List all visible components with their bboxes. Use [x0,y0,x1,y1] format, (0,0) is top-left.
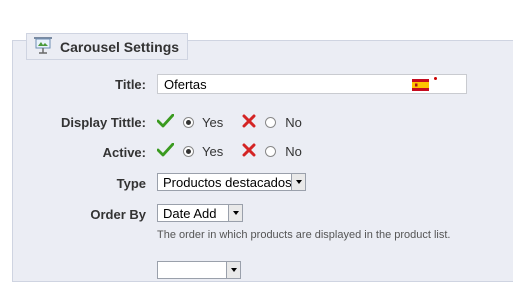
order-by-select[interactable]: Date Add [157,204,243,222]
display-title-yes-label: Yes [202,114,224,130]
carousel-settings-icon [33,36,53,57]
type-label: Type [116,176,146,191]
type-select-value: Productos destacados [163,174,292,190]
cross-icon [242,114,256,131]
order-by-select-value: Date Add [163,205,217,221]
language-dropdown-indicator[interactable] [434,77,437,80]
carousel-settings-legend: Carousel Settings [26,33,189,60]
display-title-options: Yes No [156,113,302,131]
chevron-down-icon [228,205,242,221]
title-label: Title: [115,77,146,92]
language-selector[interactable] [410,77,440,95]
check-icon [156,142,175,160]
display-title-label: Display Tittle: [60,115,146,130]
chevron-down-icon [291,174,305,190]
spain-flag-icon [412,79,429,91]
display-title-yes-radio[interactable] [183,116,194,128]
order-by-hint: The order in which products are displaye… [157,229,451,241]
active-no-radio[interactable] [265,145,277,157]
check-icon [156,113,175,131]
active-options: Yes No [156,142,302,160]
type-select[interactable]: Productos destacados [157,173,306,191]
active-yes-radio[interactable] [183,145,194,157]
section-title: Carousel Settings [60,38,180,55]
active-label: Active: [102,145,146,160]
cross-icon [242,143,256,160]
active-yes-label: Yes [202,143,224,159]
active-no-label: No [285,143,302,159]
display-title-no-radio[interactable] [265,116,277,128]
next-select[interactable] [157,261,241,279]
order-by-label: Order By [90,207,146,222]
chevron-down-icon [226,262,240,278]
display-title-no-label: No [285,114,302,130]
